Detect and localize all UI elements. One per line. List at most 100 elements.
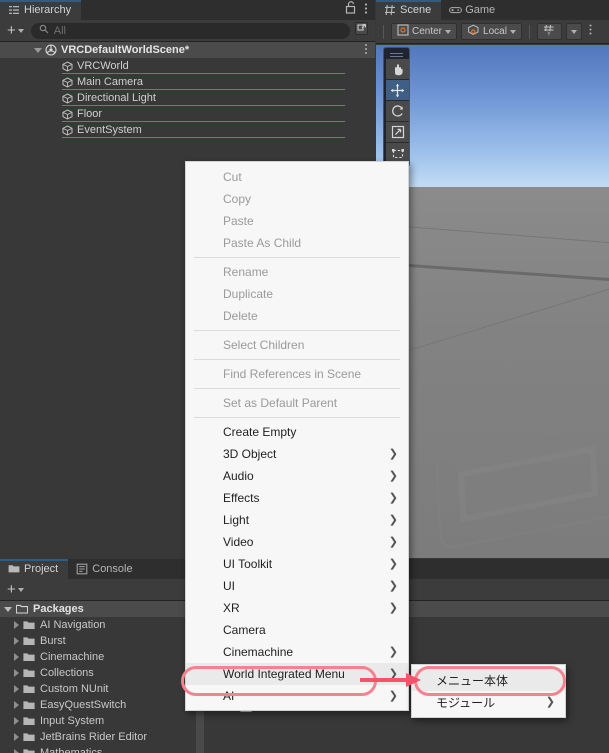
tab-project-label: Project: [24, 563, 59, 575]
lock-open-icon[interactable]: [345, 1, 356, 19]
hierarchy-item-floor[interactable]: Floor: [0, 106, 375, 122]
center-pivot-icon: [397, 24, 409, 39]
menu-item-3d-object[interactable]: 3D Object ❯: [186, 443, 408, 465]
pivot-mode-button[interactable]: Center: [391, 23, 458, 40]
chevron-right-icon[interactable]: [14, 653, 19, 661]
gamepad-icon: [449, 4, 463, 16]
grid-snap-icon: Y: [543, 24, 556, 39]
submenu-item-1[interactable]: モジュール ❯: [412, 691, 565, 713]
project-item-label: Collections: [40, 667, 94, 679]
grid-snap-button[interactable]: Y: [536, 23, 562, 40]
menu-item-delete: Delete: [186, 305, 408, 327]
add-gameobject-label: +: [7, 22, 16, 39]
menu-item-audio[interactable]: Audio ❯: [186, 465, 408, 487]
gameobject-icon: [62, 92, 73, 104]
project-create-button[interactable]: +: [0, 582, 31, 597]
grid-icon: [384, 4, 396, 16]
svg-text:Y: Y: [547, 32, 551, 36]
hierarchy-context-menu[interactable]: Cut Copy Paste Paste As Child Rename Duplicat…: [185, 161, 409, 711]
tab-project[interactable]: Project: [0, 559, 69, 579]
scene-overflow-icon[interactable]: [586, 23, 593, 41]
space-mode-button[interactable]: Local: [461, 23, 522, 40]
chevron-right-icon: ❯: [388, 557, 398, 570]
menu-separator: [194, 388, 400, 389]
rotate-tool[interactable]: [386, 101, 409, 122]
folder-icon: [15, 604, 29, 614]
menu-item-label: Copy: [223, 192, 252, 206]
chevron-down-icon[interactable]: [34, 47, 42, 53]
menu-item-ui[interactable]: UI ❯: [186, 575, 408, 597]
menu-item-label: Create Empty: [223, 425, 297, 439]
space-mode-label: Local: [483, 26, 507, 37]
kebab-menu-icon[interactable]: [364, 43, 375, 58]
folder-icon: [23, 652, 35, 662]
menu-item-camera[interactable]: Camera: [186, 619, 408, 641]
search-input[interactable]: All: [30, 22, 350, 39]
menu-item-ai[interactable]: AI ❯: [186, 685, 408, 707]
move-tool[interactable]: [386, 80, 409, 101]
hierarchy-scene-row[interactable]: VRCDefaultWorldScene*: [0, 42, 375, 58]
menu-item-paste-as-child: Paste As Child: [186, 232, 408, 254]
pivot-mode-label: Center: [412, 26, 443, 37]
chevron-right-icon[interactable]: [14, 749, 19, 753]
menu-item-paste: Paste: [186, 210, 408, 232]
chevron-right-icon[interactable]: [14, 717, 19, 725]
hierarchy-item-vrcworld[interactable]: VRCWorld: [0, 58, 375, 74]
hand-tool[interactable]: [386, 59, 409, 80]
tab-hierarchy-label: Hierarchy: [24, 4, 72, 16]
chevron-down-icon[interactable]: [4, 606, 12, 612]
folder-icon: [23, 668, 35, 678]
menu-item-find-references-in-scene: Find References in Scene: [186, 363, 408, 385]
scale-tool[interactable]: [386, 122, 409, 143]
chevron-right-icon: ❯: [388, 645, 398, 658]
chevron-right-icon[interactable]: [14, 637, 19, 645]
hierarchy-item-eventsystem[interactable]: EventSystem: [0, 122, 375, 138]
tab-console-label: Console: [92, 563, 133, 575]
menu-item-create-empty[interactable]: Create Empty: [186, 421, 408, 443]
menu-item-xr[interactable]: XR ❯: [186, 597, 408, 619]
menu-item-light[interactable]: Light ❯: [186, 509, 408, 531]
menu-item-label: 3D Object: [223, 447, 277, 461]
tab-console[interactable]: Console: [68, 559, 143, 579]
gameobject-icon: [62, 60, 73, 72]
menu-item-label: Rename: [223, 265, 269, 279]
grid-snap-dropdown[interactable]: [565, 23, 582, 40]
chevron-down-icon: [509, 29, 516, 34]
gameobject-icon: [62, 76, 73, 88]
chevron-right-icon[interactable]: [14, 733, 19, 741]
project-item-label: Burst: [40, 635, 66, 647]
menu-item-video[interactable]: Video ❯: [186, 531, 408, 553]
menu-item-effects[interactable]: Effects ❯: [186, 487, 408, 509]
tab-scene[interactable]: Scene: [376, 0, 442, 20]
palette-drag-handle[interactable]: [386, 50, 407, 59]
menu-item-ui-toolkit[interactable]: UI Toolkit ❯: [186, 553, 408, 575]
chevron-right-icon: ❯: [388, 689, 398, 702]
chevron-right-icon: ❯: [388, 513, 398, 526]
chevron-right-icon[interactable]: [14, 669, 19, 677]
menu-item-cinemachine[interactable]: Cinemachine ❯: [186, 641, 408, 663]
folder-icon: [23, 684, 35, 694]
add-gameobject-button[interactable]: +: [0, 23, 31, 38]
menu-item-label: Audio: [223, 469, 254, 483]
hierarchy-item-directional-light[interactable]: Directional Light: [0, 90, 375, 106]
chevron-right-icon[interactable]: [14, 685, 19, 693]
chevron-right-icon: ❯: [388, 601, 398, 614]
chevron-right-icon[interactable]: [14, 621, 19, 629]
menu-item-label: Select Children: [223, 338, 305, 352]
submenu-item-0[interactable]: メニュー本体: [412, 669, 565, 691]
scene-icon: [45, 44, 57, 56]
chevron-right-icon[interactable]: [14, 701, 19, 709]
toolbar-divider: [383, 24, 384, 39]
project-create-label: +: [7, 581, 16, 598]
filter-expand-icon[interactable]: [354, 21, 375, 41]
folder-icon: [23, 732, 35, 742]
ground-line: [376, 223, 609, 246]
hierarchy-item-main-camera[interactable]: Main Camera: [0, 74, 375, 90]
menu-item-label: Find References in Scene: [223, 367, 362, 381]
kebab-menu-icon[interactable]: [364, 2, 368, 18]
tab-game[interactable]: Game: [441, 0, 506, 20]
world-integrated-menu-submenu[interactable]: メニュー本体 モジュール ❯: [411, 664, 566, 718]
menu-separator: [194, 330, 400, 331]
tab-hierarchy[interactable]: Hierarchy: [0, 0, 82, 20]
scene-viewport[interactable]: [376, 45, 609, 558]
